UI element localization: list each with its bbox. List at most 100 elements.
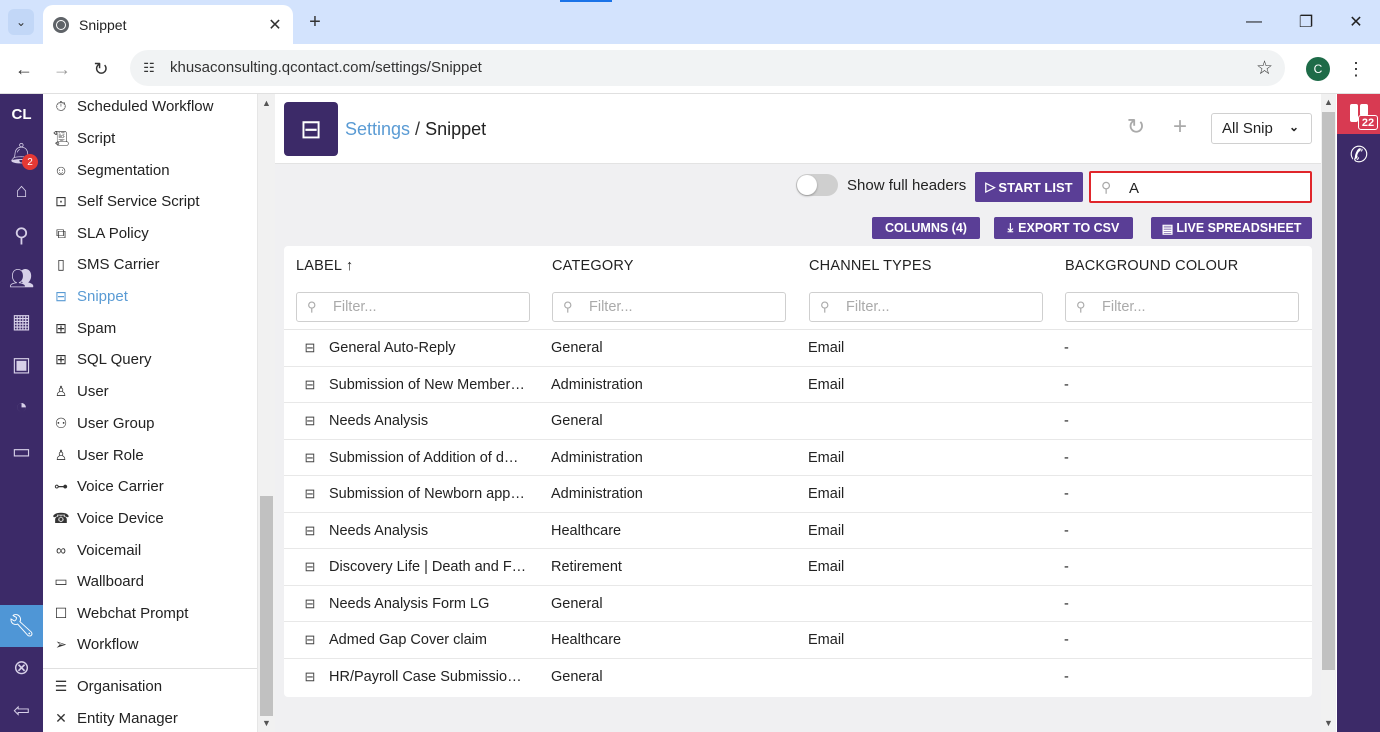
table-row[interactable]: ⊟ Needs Analysis Healthcare Email - bbox=[284, 513, 1312, 549]
table-row[interactable]: ⊟ Admed Gap Cover claim Healthcare Email - bbox=[284, 622, 1312, 659]
table-row[interactable]: ⊟ HR/Payroll Case Submissio… General - bbox=[284, 659, 1312, 696]
columns-button[interactable]: COLUMNS (4) bbox=[872, 217, 980, 239]
sidebar-item-spam[interactable]: ⊞ Spam bbox=[51, 313, 116, 343]
menu-scrollbar[interactable]: ▲ ▼ bbox=[258, 94, 275, 732]
tab-close-icon[interactable]: ✕ bbox=[263, 13, 287, 37]
scroll-up-icon[interactable]: ▲ bbox=[262, 98, 271, 108]
refresh-icon[interactable]: ↻ bbox=[1123, 114, 1149, 140]
filter-bg-input[interactable] bbox=[1102, 298, 1287, 316]
sidebar-item-voice-carrier[interactable]: ⊶ Voice Carrier bbox=[51, 471, 164, 501]
filter-channel-input[interactable] bbox=[846, 298, 1031, 316]
scroll-down-icon[interactable]: ▼ bbox=[1324, 718, 1333, 728]
forward-icon[interactable]: → bbox=[48, 55, 76, 83]
sidebar-item-user[interactable]: ♙ User bbox=[51, 376, 109, 406]
filter-label[interactable]: ⚲ bbox=[296, 292, 530, 322]
sidebar-item-self-service-script[interactable]: ⊡ Self Service Script bbox=[51, 186, 199, 216]
sidebar-item-sla-policy[interactable]: ⧉ SLA Policy bbox=[51, 218, 149, 248]
sidebar-item-sms-carrier[interactable]: ▯ SMS Carrier bbox=[51, 249, 159, 279]
sidebar-item-entity-manager[interactable]: ✕ Entity Manager bbox=[51, 703, 178, 732]
page-header: ⊟ Settings / Snippet ↻ + All Snip ⌄ bbox=[275, 94, 1321, 164]
start-list-button[interactable]: ▷ START LIST bbox=[975, 172, 1083, 202]
window-close-icon[interactable]: ✕ bbox=[1342, 8, 1370, 36]
network-icon: ⊶ bbox=[54, 477, 68, 494]
site-settings-icon[interactable]: ☷ bbox=[140, 59, 158, 77]
pie-chart-icon[interactable]: ◔ bbox=[8, 394, 35, 421]
filter-background-colour[interactable]: ⚲ bbox=[1065, 292, 1299, 322]
sidebar-item-user-role[interactable]: ♙ User Role bbox=[51, 440, 144, 470]
show-full-headers-toggle[interactable] bbox=[796, 174, 838, 196]
view-select-value: All Snip bbox=[1222, 120, 1273, 137]
extension-logo-button[interactable]: 22 bbox=[1337, 94, 1380, 134]
sidebar-item-workflow[interactable]: ➢ Workflow bbox=[51, 629, 138, 659]
table-row[interactable]: ⊟ Needs Analysis Form LG General - bbox=[284, 586, 1312, 622]
reload-icon[interactable]: ↻ bbox=[87, 55, 115, 83]
building-icon[interactable]: ▦ bbox=[8, 308, 35, 335]
new-tab-icon[interactable]: + bbox=[302, 9, 328, 35]
app-icon-rail: CL 🔔︎ 2 ⌂ ⚲ 👥︎ ▦ ▣ ◔ ▭ 🔧︎ ⊗ ⇦ bbox=[0, 94, 43, 732]
minimize-icon[interactable]: — bbox=[1240, 8, 1268, 36]
export-csv-button[interactable]: ⤓ EXPORT TO CSV bbox=[994, 217, 1133, 239]
table-row[interactable]: ⊟ Needs Analysis General - bbox=[284, 403, 1312, 440]
logout-icon[interactable]: ⇦ bbox=[8, 697, 35, 724]
table-row[interactable]: ⊟ Submission of Newborn app… Administratio… bbox=[284, 476, 1312, 513]
sidebar-item-voicemail[interactable]: ∞ Voicemail bbox=[51, 535, 141, 565]
column-header-background-colour[interactable]: BACKGROUND COLOUR bbox=[1065, 258, 1238, 274]
scroll-up-icon[interactable]: ▲ bbox=[1324, 97, 1333, 107]
table-row[interactable]: ⊟ Submission of Addition of d… Administrat… bbox=[284, 440, 1312, 476]
table-row[interactable]: ⊟ Submission of New Member… Administration… bbox=[284, 367, 1312, 403]
sidebar-item-scheduled-workflow[interactable]: ⏱ Scheduled Workflow bbox=[51, 94, 214, 121]
omnibox[interactable]: ☷ khusaconsulting.qcontact.com/settings/… bbox=[130, 50, 1285, 86]
main-scrollbar[interactable]: ▲ ▼ bbox=[1321, 94, 1336, 732]
phone-icon[interactable]: ✆ bbox=[1346, 142, 1372, 168]
view-select[interactable]: All Snip ⌄ bbox=[1211, 113, 1312, 144]
filter-category[interactable]: ⚲ bbox=[552, 292, 786, 322]
filter-channel-types[interactable]: ⚲ bbox=[809, 292, 1043, 322]
sidebar-item-sql-query[interactable]: ⊞ SQL Query bbox=[51, 344, 151, 374]
monitor-pulse-icon[interactable]: ▭ bbox=[8, 438, 35, 465]
sidebar-item-script[interactable]: 📜︎ Script bbox=[51, 123, 115, 153]
wrench-icon[interactable]: 🔧︎ bbox=[0, 605, 43, 647]
menu-scroll-thumb[interactable] bbox=[260, 496, 273, 716]
breadcrumb-settings-link[interactable]: Settings bbox=[345, 119, 410, 139]
app-logo[interactable]: CL bbox=[0, 106, 43, 123]
column-header-category[interactable]: CATEGORY bbox=[552, 258, 634, 274]
main-scroll-thumb[interactable] bbox=[1322, 112, 1335, 670]
browser-menu-icon[interactable]: ⋮ bbox=[1344, 55, 1368, 83]
search-box[interactable]: ⚲ bbox=[1089, 171, 1312, 203]
sidebar-item-webchat-prompt[interactable]: ☐ Webchat Prompt bbox=[51, 598, 189, 628]
browser-tab[interactable]: Snippet ✕ bbox=[43, 5, 293, 44]
cell-category: Healthcare bbox=[551, 632, 622, 648]
restore-icon[interactable]: ❐ bbox=[1292, 8, 1320, 36]
search-input[interactable] bbox=[1129, 177, 1299, 199]
sidebar-item-voice-device[interactable]: ☎ Voice Device bbox=[51, 503, 163, 533]
cell-category: Administration bbox=[551, 486, 643, 502]
tab-search-chevron-icon[interactable]: ⌄ bbox=[8, 9, 34, 35]
sidebar-item-snippet[interactable]: ⊟ Snippet bbox=[51, 281, 128, 311]
cell-bg: - bbox=[1064, 486, 1069, 502]
sidebar-item-organisation[interactable]: ☰ Organisation bbox=[51, 671, 162, 701]
scroll-down-icon[interactable]: ▼ bbox=[262, 718, 271, 728]
live-spreadsheet-button[interactable]: ▤ LIVE SPREADSHEET bbox=[1151, 217, 1312, 239]
filter-category-input[interactable] bbox=[589, 298, 774, 316]
table-row[interactable]: ⊟ Discovery Life | Death and F… Retirement… bbox=[284, 549, 1312, 586]
sidebar-item-segmentation[interactable]: ☺ Segmentation bbox=[51, 155, 170, 185]
back-icon[interactable]: ← bbox=[10, 55, 38, 83]
help-lifebuoy-icon[interactable]: ⊗ bbox=[8, 654, 35, 681]
sidebar-item-wallboard[interactable]: ▭ Wallboard bbox=[51, 566, 144, 596]
briefcase-icon[interactable]: ▣ bbox=[8, 351, 35, 378]
phone-icon: ▯ bbox=[57, 255, 65, 272]
search-icon[interactable]: ⚲ bbox=[8, 222, 35, 249]
url-text[interactable]: khusaconsulting.qcontact.com/settings/Sn… bbox=[170, 59, 482, 76]
column-header-label[interactable]: LABEL ↑ bbox=[296, 258, 353, 274]
column-header-channel-types[interactable]: CHANNEL TYPES bbox=[809, 258, 932, 274]
filter-label-input[interactable] bbox=[333, 298, 518, 316]
home-icon[interactable]: ⌂ bbox=[8, 178, 35, 205]
bookmark-star-icon[interactable]: ☆ bbox=[1256, 57, 1273, 80]
profile-avatar[interactable]: C bbox=[1306, 57, 1330, 81]
sidebar-item-user-group[interactable]: ⚇ User Group bbox=[51, 408, 155, 438]
table-row[interactable]: ⊟ General Auto-Reply General Email - bbox=[284, 330, 1312, 367]
contacts-icon[interactable]: 👥︎ bbox=[8, 265, 35, 292]
add-icon[interactable]: + bbox=[1167, 113, 1193, 140]
cell-channel: Email bbox=[808, 632, 845, 648]
cell-channel: Email bbox=[808, 376, 845, 393]
